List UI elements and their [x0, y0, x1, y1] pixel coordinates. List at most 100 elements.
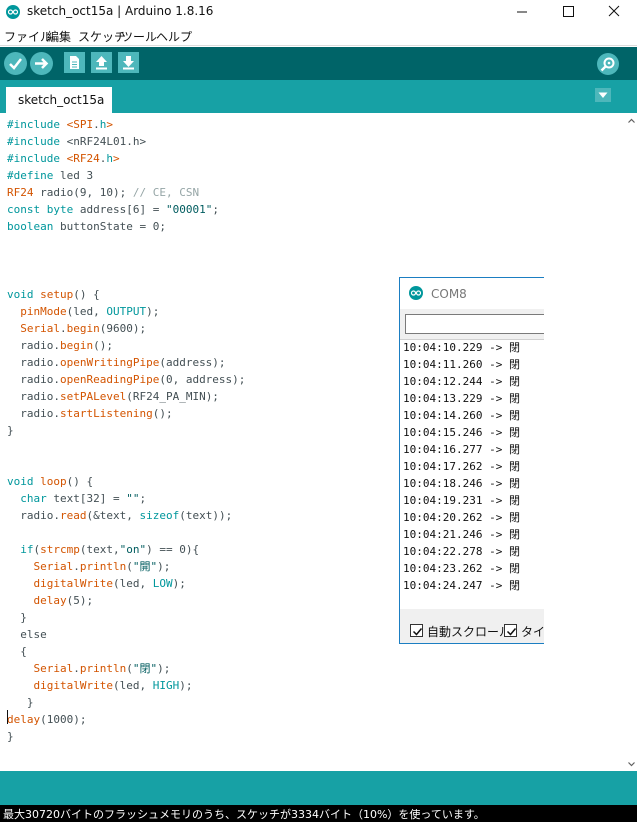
- timestamp-label[interactable]: タイム: [521, 623, 544, 640]
- code-token: (&text,: [86, 509, 140, 522]
- code-token: RF24: [7, 186, 34, 199]
- code-token: (: [126, 560, 133, 573]
- upload-button[interactable]: [30, 52, 53, 75]
- tab-menu-icon: [598, 92, 608, 98]
- code-token: radio.: [7, 390, 60, 403]
- serial-output: 10:04:10.229 -> 閉 10:04:11.260 -> 閉 10:04:…: [400, 339, 544, 609]
- serial-monitor-button[interactable]: [597, 53, 619, 75]
- code-token: read: [59, 509, 87, 522]
- code-token: ;: [212, 203, 219, 216]
- serial-monitor-icon: [600, 57, 615, 72]
- code-token: digitalWrite: [33, 679, 113, 692]
- arduino-icon: [409, 286, 423, 300]
- code-token: led 3: [59, 169, 94, 182]
- code-line: radio.begin();: [7, 337, 113, 354]
- menu-file[interactable]: ファイル: [4, 28, 52, 45]
- serial-monitor-title: COM8: [431, 287, 467, 301]
- serial-line: 10:04:12.244 -> 閉: [403, 375, 520, 388]
- check-icon: [412, 628, 423, 636]
- code-token: <nRF24L01.h>: [66, 135, 147, 148]
- code-token: {: [7, 645, 27, 658]
- check-icon: [506, 628, 517, 636]
- serial-input[interactable]: [405, 314, 544, 334]
- code-token: );: [146, 305, 160, 318]
- code-line: delay(5);: [7, 592, 94, 609]
- code-token: void: [7, 475, 34, 488]
- code-token: >: [112, 152, 120, 165]
- code-token: startListening: [59, 407, 153, 420]
- open-icon: [96, 56, 107, 70]
- minimize-button[interactable]: [499, 0, 545, 24]
- code-token: radio(9, 10);: [33, 186, 133, 199]
- serial-line: 10:04:11.260 -> 閉: [403, 358, 520, 371]
- autoscroll-label[interactable]: 自動スクロール: [427, 623, 511, 640]
- serial-line: 10:04:21.246 -> 閉: [403, 528, 520, 541]
- serial-monitor-window: COM8 10:04:10.229 -> 閉 10:04:11.260 -> 閉1…: [399, 277, 544, 644]
- tab-sketch[interactable]: sketch_oct15a: [6, 87, 112, 114]
- code-token: #include: [7, 118, 67, 131]
- serial-monitor-title-bar: COM8: [400, 278, 544, 309]
- maximize-button[interactable]: [545, 0, 591, 24]
- code-token: println: [79, 560, 127, 573]
- code-line: Serial.println("閉");: [7, 660, 171, 677]
- code-line: }: [7, 694, 34, 711]
- code-line: #include <SPI.h>: [7, 116, 113, 133]
- code-token: buttonState = 0;: [53, 220, 166, 233]
- code-line: }: [7, 728, 14, 745]
- code-token: (1000);: [40, 713, 87, 726]
- code-line: delay(1000);: [7, 711, 86, 728]
- code-token: radio.: [7, 509, 60, 522]
- timestamp-checkbox[interactable]: [504, 624, 517, 637]
- code-line: else: [7, 626, 47, 643]
- scroll-down-button[interactable]: [626, 756, 637, 770]
- minimize-icon: [517, 11, 527, 13]
- code-token: ;: [139, 492, 147, 505]
- serial-line: 10:04:24.247 -> 閉: [403, 579, 520, 592]
- close-icon: [608, 5, 620, 17]
- code-token: radio.: [7, 373, 60, 386]
- new-button[interactable]: [64, 52, 85, 73]
- code-token: () {: [66, 475, 94, 488]
- code-line: void setup() {: [7, 286, 100, 303]
- code-token: "": [126, 492, 140, 505]
- open-button[interactable]: [91, 52, 112, 73]
- code-token: if: [20, 543, 34, 556]
- serial-line: 10:04:14.260 -> 閉: [403, 409, 520, 422]
- verify-icon: [9, 58, 22, 70]
- code-token: loop: [33, 475, 67, 488]
- menu-tools[interactable]: ツール: [121, 28, 157, 45]
- serial-line: 10:04:19.231 -> 閉: [403, 494, 520, 507]
- code-token: "00001": [165, 203, 213, 216]
- code-token: setup: [33, 288, 74, 301]
- code-token: delay: [33, 594, 67, 607]
- code-token: () {: [73, 288, 100, 301]
- code-token: sizeof: [139, 509, 180, 522]
- code-line: Serial.println("開");: [7, 558, 171, 575]
- save-button[interactable]: [118, 52, 139, 73]
- serial-line: 10:04:17.262 -> 閉: [403, 460, 520, 473]
- code-line: boolean buttonState = 0;: [7, 218, 166, 235]
- code-token: }: [7, 424, 14, 437]
- code-line: pinMode(led, OUTPUT);: [7, 303, 159, 320]
- new-icon: [70, 56, 79, 69]
- code-token: .: [93, 118, 100, 131]
- code-token: openWritingPipe: [59, 356, 160, 369]
- code-token: setPALevel: [59, 390, 127, 403]
- menu-sketch[interactable]: スケッチ: [78, 28, 126, 45]
- code-token: .: [60, 322, 67, 335]
- code-token: .: [73, 560, 80, 573]
- verify-button[interactable]: [4, 52, 27, 75]
- close-button[interactable]: [591, 0, 637, 24]
- code-token: HIGH: [152, 679, 180, 692]
- autoscroll-checkbox[interactable]: [410, 624, 423, 637]
- serial-line: 10:04:20.262 -> 閉: [403, 511, 520, 524]
- scroll-up-button[interactable]: [626, 113, 637, 127]
- code-line: radio.startListening();: [7, 405, 172, 422]
- code-token: strcmp: [40, 543, 80, 556]
- menu-help[interactable]: ヘルプ: [156, 28, 192, 45]
- menu-edit[interactable]: 編集: [47, 28, 71, 45]
- code-token: "on": [119, 543, 147, 556]
- tab-menu-button[interactable]: [595, 88, 611, 102]
- console-output: 最大30720バイトのフラッシュメモリのうち、スケッチが3334バイト（10%）…: [0, 805, 637, 822]
